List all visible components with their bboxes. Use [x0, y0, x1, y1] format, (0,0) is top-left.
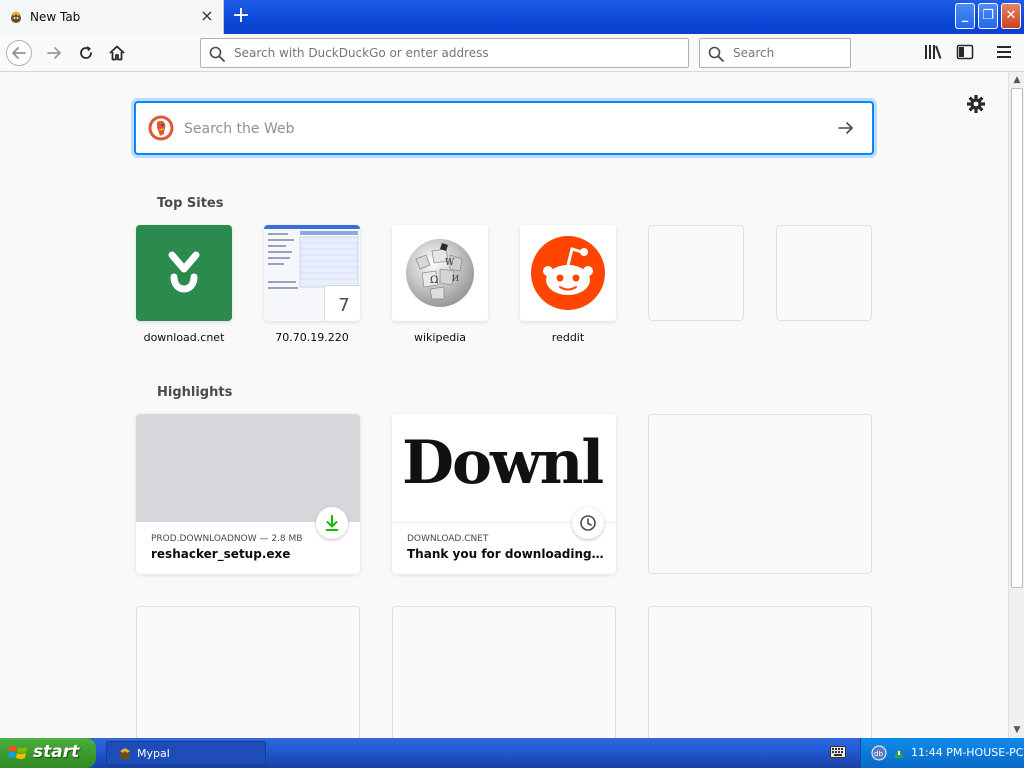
- card-title: reshacker_setup.exe: [151, 547, 291, 561]
- card-thumbnail-text: Downl: [402, 428, 604, 498]
- wikipedia-globe-icon: Ω W И: [406, 239, 474, 307]
- system-tray: db 11:44 PM-HOUSE-PC: [860, 738, 1024, 768]
- svg-text:db: db: [874, 750, 883, 758]
- maximize-button[interactable]: ❐: [978, 3, 998, 29]
- tab-close-icon[interactable]: ×: [198, 7, 216, 25]
- svg-text:Ω: Ω: [430, 275, 438, 286]
- scroll-down-arrow-icon[interactable]: ▼: [1009, 722, 1024, 738]
- search-submit-arrow-icon[interactable]: [836, 118, 856, 138]
- web-search-input[interactable]: [182, 117, 822, 141]
- top-site-label: reddit: [551, 331, 585, 344]
- highlight-empty-slot: [136, 606, 360, 738]
- highlight-empty-slot: [392, 606, 616, 738]
- top-site-tile-reddit[interactable]: [520, 225, 616, 321]
- search-input[interactable]: [731, 43, 841, 63]
- card-title: Thank you for downloading Reso...: [407, 547, 607, 561]
- library-icon[interactable]: [924, 44, 942, 60]
- window-close-button[interactable]: ✕: [1001, 3, 1021, 29]
- home-icon: [109, 45, 125, 61]
- tab-new-tab[interactable]: New Tab ×: [0, 0, 224, 34]
- top-site-tile-70-70-19-220[interactable]: 7: [264, 225, 360, 321]
- top-site-label: wikipedia: [413, 331, 466, 344]
- top-site-label: download.cnet: [143, 331, 225, 344]
- search-bar[interactable]: [699, 38, 851, 68]
- url-input[interactable]: [232, 43, 672, 63]
- reload-button[interactable]: [73, 40, 99, 66]
- clock-icon: [580, 515, 596, 531]
- mypal-app-icon: [120, 748, 130, 760]
- highlights-heading: Highlights: [157, 385, 233, 400]
- back-button[interactable]: [6, 40, 32, 66]
- card-thumbnail: Downl: [392, 414, 616, 522]
- url-bar[interactable]: [200, 38, 689, 68]
- keyboard-icon[interactable]: [830, 746, 846, 758]
- highlight-card-download-cnet[interactable]: Downl DOWNLOAD.CNET Thank you for downlo…: [392, 414, 616, 574]
- download-badge: [316, 507, 348, 539]
- highlight-card-reshacker[interactable]: PROD.DOWNLOADNOW — 2.8 MB reshacker_setu…: [136, 414, 360, 574]
- search-icon: [209, 46, 225, 62]
- taskbar: start Mypal db 11:44 PM-HOUSE-PC: [0, 738, 1024, 768]
- vertical-scrollbar[interactable]: ▲ ▼: [1008, 72, 1024, 738]
- reddit-logo-icon: [531, 236, 605, 310]
- tab-title: New Tab: [30, 10, 81, 24]
- navigation-toolbar: [0, 34, 1024, 72]
- taskbar-item-mypal[interactable]: Mypal: [106, 741, 266, 765]
- duckduckgo-logo-icon: [148, 115, 174, 141]
- clock: 11:44 PM-HOUSE-PC: [911, 746, 1024, 759]
- start-label: start: [33, 742, 80, 762]
- new-tab-page: Top Sites download.cnet: [0, 72, 1008, 738]
- tray-network-icon[interactable]: [891, 745, 907, 761]
- card-source: PROD.DOWNLOADNOW — 2.8 MB: [151, 534, 303, 544]
- forward-arrow-icon: [47, 47, 61, 59]
- minimize-button[interactable]: _: [955, 3, 975, 29]
- tray-app-icon[interactable]: db: [871, 745, 887, 761]
- new-tab-button[interactable]: +: [230, 5, 252, 27]
- settings-gear-icon[interactable]: [966, 94, 986, 114]
- forward-button[interactable]: [41, 40, 67, 66]
- search-icon: [708, 46, 724, 62]
- top-site-tile-wikipedia[interactable]: Ω W И: [392, 225, 488, 321]
- taskbar-item-label: Mypal: [137, 747, 170, 760]
- card-source: DOWNLOAD.CNET: [407, 534, 489, 544]
- top-site-tile-download-cnet[interactable]: [136, 225, 232, 321]
- svg-text:И: И: [452, 274, 459, 283]
- home-button[interactable]: [104, 40, 130, 66]
- web-search-box[interactable]: [135, 102, 873, 154]
- top-site-label: 70.70.19.220: [275, 331, 349, 344]
- top-site-empty-slot: [776, 225, 872, 321]
- svg-text:W: W: [445, 258, 455, 268]
- tab-count-badge: 7: [324, 285, 360, 321]
- hamburger-menu-icon[interactable]: [996, 44, 1012, 60]
- highlight-empty-slot: [648, 606, 872, 738]
- scrollbar-thumb[interactable]: [1011, 88, 1023, 588]
- back-arrow-icon: [12, 47, 26, 59]
- card-thumbnail: [136, 414, 360, 522]
- download-icon: [326, 515, 338, 531]
- cnet-download-logo-icon: [168, 251, 200, 293]
- mypal-favicon-icon: [11, 11, 21, 23]
- top-site-empty-slot: [648, 225, 744, 321]
- history-badge: [572, 507, 604, 539]
- highlight-empty-slot: [648, 414, 872, 574]
- windows-logo-icon: [8, 746, 27, 759]
- reload-icon: [80, 46, 92, 59]
- tab-strip: New Tab × + _ ❐ ✕: [0, 0, 1024, 34]
- sidebar-icon[interactable]: [956, 44, 974, 60]
- scroll-up-arrow-icon[interactable]: ▲: [1009, 72, 1024, 88]
- top-sites-heading: Top Sites: [157, 196, 224, 211]
- start-button[interactable]: start: [0, 738, 96, 768]
